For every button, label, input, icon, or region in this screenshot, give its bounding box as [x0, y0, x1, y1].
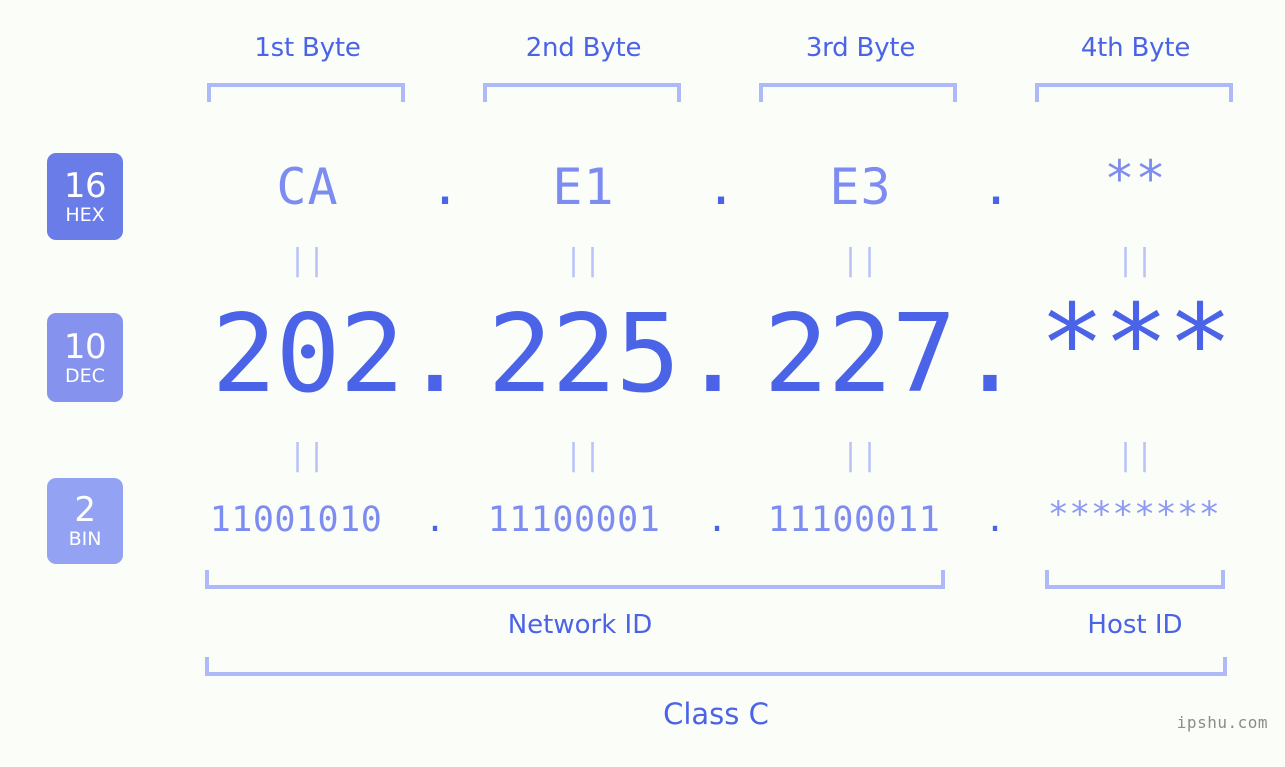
hex-separator-2: .	[705, 158, 737, 216]
equals-mark-dec-bin-3: ||	[841, 438, 880, 473]
network-id-bracket	[205, 570, 945, 589]
byte-header-3: 3rd Byte	[805, 33, 916, 63]
radix-badge-hex-number: 16	[63, 165, 107, 206]
dec-byte-2-value: 225	[487, 292, 680, 417]
hex-separator-1: .	[429, 158, 461, 216]
byte-bracket-1	[207, 83, 405, 102]
bin-separator-3: .	[984, 500, 1006, 540]
byte-header-4: 4th Byte	[1080, 33, 1191, 63]
equals-mark-hex-dec-2: ||	[564, 243, 603, 278]
class-label: Class C	[663, 697, 769, 731]
equals-mark-hex-dec-3: ||	[841, 243, 880, 278]
bin-separator-2: .	[706, 500, 728, 540]
bin-byte-3-value: 11100011	[767, 500, 941, 540]
bin-byte-1-value: 11001010	[209, 500, 383, 540]
hex-byte-4-value: **	[1104, 150, 1167, 208]
radix-badge-hex: 16 HEX	[47, 153, 123, 240]
host-id-bracket	[1045, 570, 1225, 589]
equals-mark-hex-dec-4: ||	[1116, 243, 1155, 278]
class-bracket	[205, 657, 1227, 676]
dec-separator-1: .	[402, 292, 468, 417]
bin-byte-4-value: ********	[1047, 495, 1221, 535]
bin-byte-2-value: 11100001	[487, 500, 661, 540]
equals-mark-dec-bin-4: ||	[1116, 438, 1155, 473]
hex-byte-3-value: E3	[829, 158, 892, 216]
radix-badge-dec-label: DEC	[65, 364, 105, 387]
radix-badge-bin-label: BIN	[68, 528, 102, 550]
radix-badge-bin-number: 2	[74, 490, 96, 530]
byte-header-1: 1st Byte	[254, 33, 361, 63]
dec-separator-3: .	[957, 292, 1023, 417]
hex-byte-2-value: E1	[552, 158, 615, 216]
bin-separator-1: .	[424, 500, 446, 540]
hex-separator-3: .	[980, 158, 1012, 216]
radix-badge-dec-number: 10	[63, 326, 107, 367]
equals-mark-dec-bin-2: ||	[564, 438, 603, 473]
equals-mark-hex-dec-1: ||	[288, 243, 327, 278]
byte-bracket-2	[483, 83, 681, 102]
dec-separator-2: .	[680, 292, 746, 417]
dec-byte-4-value: ***	[1039, 282, 1232, 407]
host-id-label: Host ID	[1087, 610, 1183, 640]
ip-address-breakdown-diagram: 1st Byte 2nd Byte 3rd Byte 4th Byte 16 H…	[0, 0, 1285, 767]
dec-byte-3-value: 227	[763, 292, 956, 417]
radix-badge-hex-label: HEX	[65, 203, 105, 226]
equals-mark-dec-bin-1: ||	[288, 438, 327, 473]
radix-badge-bin: 2 BIN	[47, 478, 123, 564]
hex-byte-1-value: CA	[276, 158, 339, 216]
byte-bracket-3	[759, 83, 957, 102]
dec-byte-1-value: 202	[211, 292, 404, 417]
network-id-label: Network ID	[507, 610, 653, 640]
byte-header-2: 2nd Byte	[525, 33, 642, 63]
radix-badge-dec: 10 DEC	[47, 313, 123, 402]
watermark: ipshu.com	[1176, 713, 1268, 732]
byte-bracket-4	[1035, 83, 1233, 102]
